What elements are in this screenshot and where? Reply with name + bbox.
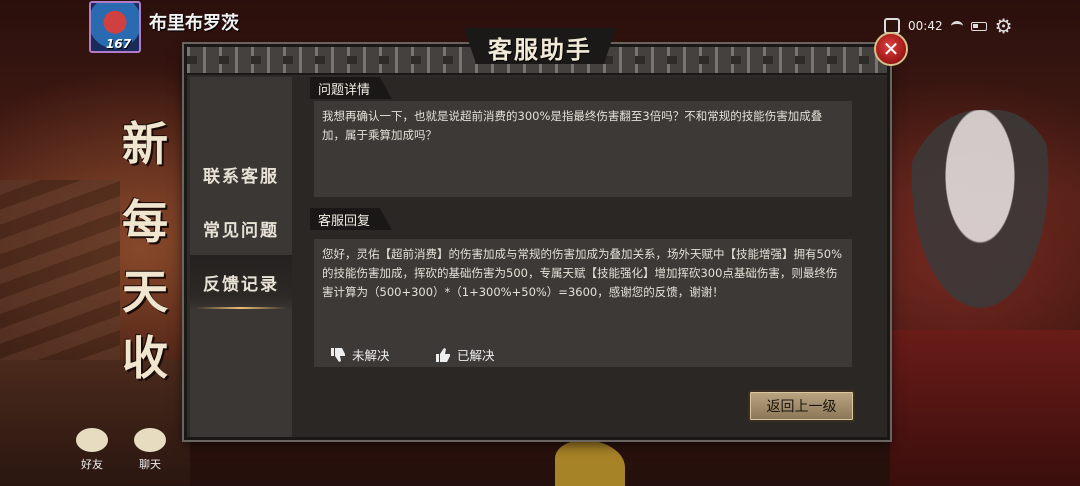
reply-section-header: 客服回复 bbox=[310, 208, 393, 230]
status-bar: 00:42 ⚙ bbox=[884, 16, 1013, 36]
dialog-sidebar: 联系客服 常见问题 反馈记录 bbox=[190, 77, 292, 437]
close-icon: ✕ bbox=[882, 37, 900, 61]
sidebar-item-feedback-history[interactable]: 反馈记录 bbox=[190, 255, 292, 309]
dialog-content: 问题详情 我想再确认一下，也就是说超前消费的300%是指最终伤害翻至3倍吗？不和… bbox=[292, 77, 887, 437]
wifi-icon bbox=[950, 21, 963, 31]
reply-text: 您好，灵佑【超前消费】的伤害加成与常规的伤害加成为叠加关系，场外天赋中【技能增强… bbox=[314, 239, 852, 367]
background-banner-char: 收 bbox=[122, 331, 168, 385]
thumbs-down-icon bbox=[331, 347, 345, 362]
unsolved-label: 未解决 bbox=[352, 348, 390, 363]
background-banner-char: 新 bbox=[122, 117, 168, 171]
chat-button[interactable]: 聊天 bbox=[130, 428, 170, 472]
background-floor-right bbox=[890, 330, 1080, 486]
unsolved-button[interactable]: 未解决 bbox=[330, 345, 390, 364]
solved-label: 已解决 bbox=[457, 348, 495, 363]
chat-label: 聊天 bbox=[139, 458, 161, 471]
battery-icon bbox=[970, 21, 987, 31]
friends-button[interactable]: 好友 bbox=[72, 428, 112, 472]
back-button[interactable]: 返回上一级 bbox=[748, 390, 855, 422]
gear-icon[interactable]: ⚙ bbox=[995, 16, 1013, 36]
solved-button[interactable]: 已解决 bbox=[435, 345, 495, 364]
clock: 00:42 bbox=[908, 19, 943, 33]
friends-label: 好友 bbox=[81, 458, 103, 471]
close-button[interactable]: ✕ bbox=[874, 32, 908, 66]
sidebar-item-faq[interactable]: 常见问题 bbox=[190, 201, 292, 255]
sidebar-item-contact-support[interactable]: 联系客服 bbox=[190, 147, 292, 201]
background-panda-character bbox=[900, 110, 1060, 330]
thumbs-up-icon bbox=[436, 347, 450, 362]
question-text: 我想再确认一下，也就是说超前消费的300%是指最终伤害翻至3倍吗？不和常规的技能… bbox=[314, 101, 852, 197]
dialog-title: 客服助手 bbox=[488, 35, 592, 64]
question-section-header: 问题详情 bbox=[310, 77, 393, 99]
customer-service-dialog: 联系客服 常见问题 反馈记录 问题详情 我想再确认一下，也就是说超前消费的300… bbox=[184, 44, 890, 440]
cat-face-icon bbox=[76, 428, 108, 452]
background-banner-char: 每 bbox=[122, 195, 168, 249]
background-banner-char: 天 bbox=[122, 265, 168, 319]
player-level: 167 bbox=[106, 37, 132, 51]
chat-bubble-icon bbox=[134, 428, 166, 452]
player-name: 布里布罗茨 bbox=[149, 13, 239, 34]
background-gold-object bbox=[555, 440, 625, 486]
